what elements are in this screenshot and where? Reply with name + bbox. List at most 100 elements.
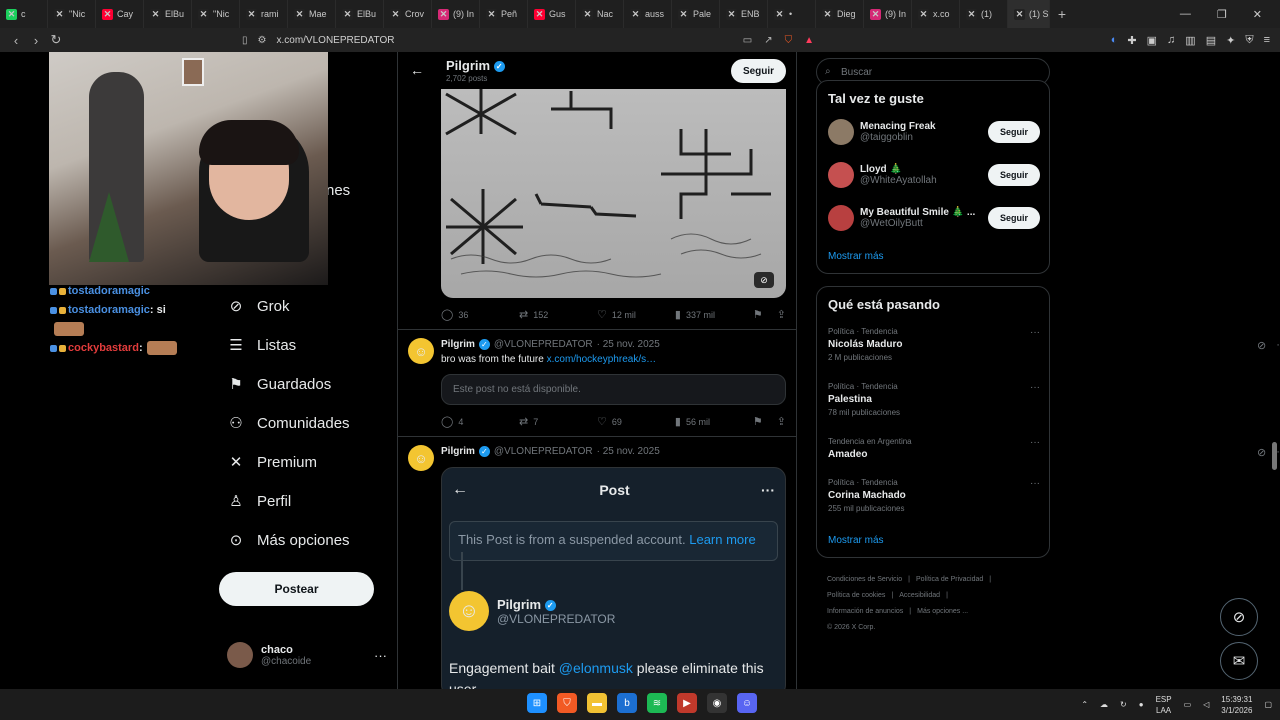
nav-item-bookmarks[interactable]: ⚑ Guardados bbox=[227, 375, 331, 394]
show-more-link[interactable]: Mostrar más bbox=[828, 251, 884, 262]
repost-button[interactable]: ⇄ 152 bbox=[519, 308, 597, 321]
browser-tab[interactable]: ✕ auss bbox=[624, 0, 672, 28]
browser-tab[interactable]: ✕ ENB bbox=[720, 0, 768, 28]
trend-item[interactable]: Política · Tendencia Palestina 78 mil pu… bbox=[828, 382, 1040, 417]
microphone-icon[interactable]: ● bbox=[1139, 700, 1144, 709]
translate-icon[interactable]: ◐ bbox=[1111, 34, 1118, 47]
messages-fab-icon[interactable]: ✉ bbox=[1220, 642, 1258, 680]
sync-icon[interactable]: ↻ bbox=[1120, 700, 1127, 709]
avatar[interactable]: ☺ bbox=[408, 445, 434, 471]
onedrive-icon[interactable]: ☁ bbox=[1100, 700, 1108, 709]
browser-tab[interactable]: ✕ c bbox=[0, 0, 48, 28]
language-indicator[interactable]: ESP LAA bbox=[1156, 694, 1172, 716]
grok-icon[interactable]: ⊘ bbox=[1257, 339, 1266, 352]
suggestion-item[interactable]: My Beautiful Smile 🎄 ... @WetOilyButt Seg… bbox=[828, 205, 1040, 231]
browser-tab[interactable]: ✕ "Nic bbox=[48, 0, 96, 28]
browser-tab[interactable]: ✕ Mae bbox=[288, 0, 336, 28]
show-more-link[interactable]: Mostrar más bbox=[828, 535, 884, 546]
share-icon[interactable]: ⇪ bbox=[777, 415, 786, 428]
wallet-icon[interactable]: ▤ bbox=[1206, 34, 1216, 47]
share-icon[interactable]: ↗ bbox=[764, 35, 772, 46]
reply-button[interactable]: ◯ 4 bbox=[441, 415, 519, 428]
footer-link[interactable]: Información de anuncios bbox=[827, 608, 903, 615]
browser-tab[interactable]: ✕ (9) In bbox=[432, 0, 480, 28]
tweet-image[interactable]: ⊘ bbox=[441, 89, 786, 298]
footer-link[interactable]: © 2026 X Corp. bbox=[827, 624, 875, 631]
sidebar-icon[interactable]: ▥ bbox=[1185, 34, 1195, 47]
brave-shield-icon[interactable]: ⛉ bbox=[785, 35, 793, 46]
follow-button[interactable]: Seguir bbox=[988, 207, 1040, 229]
browser-tab[interactable]: ✕ rami bbox=[240, 0, 288, 28]
trend-item[interactable]: Tendencia en Argentina Amadeo ··· bbox=[828, 437, 1040, 460]
cast-icon[interactable]: ▭ bbox=[743, 35, 752, 46]
brave-browser-icon[interactable]: ⛉ bbox=[557, 693, 577, 713]
obs-icon[interactable]: ◉ bbox=[707, 693, 727, 713]
views-button[interactable]: ▮ 337 mil bbox=[675, 308, 753, 321]
reply-button[interactable]: ◯ 36 bbox=[441, 308, 519, 321]
nav-item-more-options[interactable]: ⊙ Más opciones bbox=[227, 531, 350, 550]
bookmark-page-icon[interactable]: ▯ bbox=[242, 35, 248, 46]
nav-item-communities[interactable]: ⚇ Comunidades bbox=[227, 414, 349, 433]
share-icon[interactable]: ⇪ bbox=[777, 308, 786, 321]
media-icon[interactable]: ♫ bbox=[1167, 34, 1175, 47]
back-arrow-icon[interactable]: ← bbox=[410, 62, 424, 78]
browser-tab[interactable]: ✕ (9) In bbox=[864, 0, 912, 28]
more-icon[interactable]: ··· bbox=[1030, 327, 1040, 338]
back-nav-icon[interactable]: ‹ bbox=[6, 33, 26, 48]
author-handle[interactable]: @VLONEPREDATOR bbox=[494, 339, 593, 350]
reload-icon[interactable]: ↻ bbox=[46, 32, 66, 48]
discord-icon[interactable]: ☺ bbox=[737, 693, 757, 713]
suggestion-item[interactable]: Menacing Freak @taiggoblin Seguir bbox=[828, 119, 1040, 145]
more-icon[interactable]: ··· bbox=[1030, 382, 1040, 393]
nav-item-notifications-partial[interactable]: nes bbox=[326, 182, 350, 199]
site-info-icon[interactable]: ⚙ bbox=[258, 35, 267, 46]
more-icon[interactable]: ··· bbox=[374, 648, 387, 663]
footer-link[interactable]: Accesibilidad bbox=[899, 592, 940, 599]
extensions-icon[interactable]: ✚ bbox=[1127, 34, 1136, 47]
menu-icon[interactable]: ≡ bbox=[1264, 34, 1270, 47]
views-button[interactable]: ▮ 56 mil bbox=[675, 415, 753, 428]
browser-tab[interactable]: ✕ Pale bbox=[672, 0, 720, 28]
follow-button[interactable]: Seguir bbox=[988, 164, 1040, 186]
vpn-icon[interactable]: ⛨ bbox=[1245, 34, 1253, 47]
windows-start-icon[interactable]: ⊞ bbox=[527, 693, 547, 713]
browser-tab[interactable]: ✕ Crov bbox=[384, 0, 432, 28]
trend-item[interactable]: Política · Tendencia Corina Machado 255 … bbox=[828, 478, 1040, 513]
nav-item-premium[interactable]: ✕ Premium bbox=[227, 453, 317, 472]
account-switcher[interactable]: chaco @chacoide ··· bbox=[227, 642, 387, 668]
network-icon[interactable]: ▭ bbox=[1184, 700, 1192, 709]
grok-image-icon[interactable]: ⊘ bbox=[754, 272, 774, 288]
embedded-post-screenshot[interactable]: ← Post ··· This Post is from a suspended… bbox=[441, 467, 786, 689]
footer-link[interactable]: Condiciones de Servicio bbox=[827, 576, 902, 583]
tweet-link[interactable]: x.com/hockeyphreak/s… bbox=[547, 354, 657, 365]
more-icon[interactable]: ··· bbox=[1030, 437, 1040, 448]
bookmark-icon[interactable]: ⚑ bbox=[753, 415, 763, 428]
spotify-icon[interactable]: ≋ bbox=[647, 693, 667, 713]
screenshot-icon[interactable]: ▣ bbox=[1147, 34, 1157, 47]
browser-tab[interactable]: ✕ Dieg bbox=[816, 0, 864, 28]
new-tab-button[interactable]: + bbox=[1050, 6, 1074, 22]
video-editor-icon[interactable]: ▶ bbox=[677, 693, 697, 713]
minimize-icon[interactable]: — bbox=[1180, 8, 1191, 21]
grok-icon[interactable]: ⊘ bbox=[1257, 446, 1266, 459]
nav-item-grok[interactable]: ⊘ Grok bbox=[227, 297, 290, 316]
notifications-icon[interactable]: ▢ bbox=[1264, 700, 1272, 709]
nav-item-lists[interactable]: ☰ Listas bbox=[227, 336, 296, 355]
more-icon[interactable]: ··· bbox=[1030, 478, 1040, 489]
browser-tab[interactable]: ✕ (1) bbox=[960, 0, 1008, 28]
browser-tab[interactable]: ✕ x.co bbox=[912, 0, 960, 28]
browser-tab[interactable]: ✕ ElBu bbox=[144, 0, 192, 28]
footer-link[interactable]: Política de Privacidad bbox=[916, 576, 983, 583]
browser-tab[interactable]: ✕ Gus bbox=[528, 0, 576, 28]
nav-item-profile[interactable]: ♙ Perfil bbox=[227, 492, 291, 511]
scrollbar-thumb[interactable] bbox=[1272, 442, 1277, 470]
close-icon[interactable]: ✕ bbox=[1253, 8, 1262, 21]
maximize-icon[interactable]: ❐ bbox=[1217, 8, 1227, 21]
browser-tab[interactable]: ✕ Nac bbox=[576, 0, 624, 28]
browser-tab[interactable]: ✕ ElBu bbox=[336, 0, 384, 28]
volume-icon[interactable]: ◁ bbox=[1203, 700, 1209, 709]
post-button[interactable]: Postear bbox=[219, 572, 374, 606]
url-field[interactable]: ▯ ⚙ x.com/VLONEPREDATOR ▭ ↗ ⛉ ▲ bbox=[84, 30, 814, 50]
author-name[interactable]: Pilgrim bbox=[441, 446, 475, 457]
suggestion-item[interactable]: Lloyd 🎄 @WhiteAyatollah Seguir bbox=[828, 162, 1040, 188]
